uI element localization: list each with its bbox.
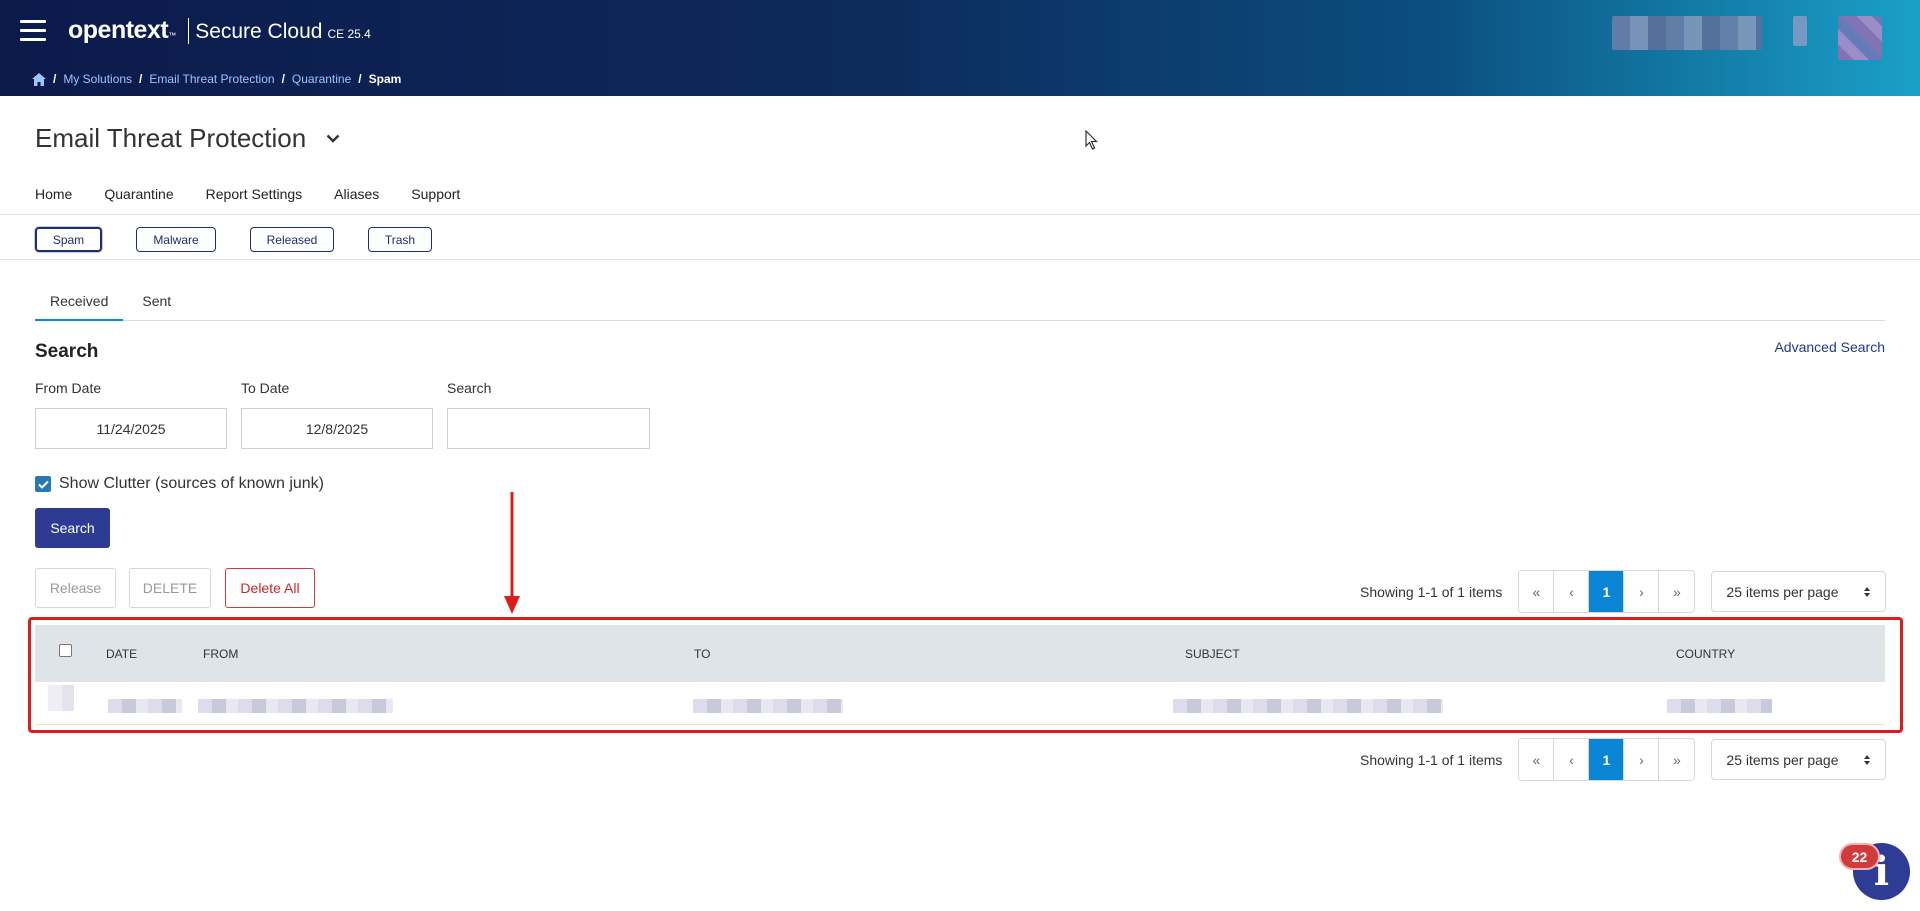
items-per-page-value: 25 items per page <box>1726 583 1839 600</box>
breadcrumb-current: Spam <box>368 72 402 86</box>
chip-malware[interactable]: Malware <box>136 227 216 252</box>
checkmark-icon <box>37 480 49 489</box>
last-page-icon[interactable]: » <box>1659 571 1695 612</box>
user-name-blurred[interactable] <box>1612 16 1762 50</box>
advanced-search-link[interactable]: Advanced Search <box>1774 339 1885 355</box>
next-page-icon[interactable]: › <box>1624 739 1660 780</box>
delete-all-button[interactable]: Delete All <box>225 568 315 608</box>
column-subject[interactable]: SUBJECT <box>1185 647 1240 661</box>
column-date[interactable]: DATE <box>106 647 137 661</box>
red-arrow-annotation <box>504 492 520 614</box>
to-date-input[interactable] <box>241 408 433 449</box>
next-page-icon[interactable]: › <box>1624 571 1660 612</box>
direction-tabs: Received Sent <box>35 293 1885 321</box>
pagination-info: Showing 1-1 of 1 items <box>1360 583 1503 600</box>
search-heading: Search <box>35 341 99 362</box>
breadcrumb-quarantine[interactable]: Quarantine <box>292 72 351 86</box>
main-nav: Home Quarantine Report Settings Aliases … <box>35 186 492 202</box>
nav-divider <box>0 214 1920 215</box>
chevron-down-icon[interactable] <box>322 128 344 150</box>
pagination-top: Showing 1-1 of 1 items « ‹ 1 › » 25 item… <box>1360 570 1887 613</box>
breadcrumb-email-threat-protection[interactable]: Email Threat Protection <box>149 72 274 86</box>
show-clutter-checkbox[interactable] <box>35 476 51 492</box>
sort-arrows-icon <box>1864 586 1871 597</box>
notification-badge[interactable]: 22 <box>1841 845 1878 868</box>
page-title: Email Threat Protection <box>35 123 344 154</box>
show-clutter-label: Show Clutter (sources of known junk) <box>59 475 324 492</box>
tab-received[interactable]: Received <box>35 293 124 321</box>
chips-divider <box>0 259 1920 260</box>
nav-home[interactable]: Home <box>35 186 72 202</box>
brand-logo: opentext <box>68 16 169 44</box>
first-page-icon[interactable]: « <box>1519 571 1555 612</box>
items-per-page-value-bottom: 25 items per page <box>1726 751 1839 768</box>
nav-report-settings[interactable]: Report Settings <box>206 186 303 202</box>
prev-page-icon[interactable]: ‹ <box>1554 739 1590 780</box>
last-page-icon[interactable]: » <box>1659 739 1695 780</box>
user-avatar[interactable] <box>1838 16 1882 60</box>
nav-support[interactable]: Support <box>411 186 460 202</box>
table-row[interactable] <box>35 682 1885 725</box>
top-bar: opentext ™ Secure Cloud CE 25.4 / My Sol… <box>0 0 1920 96</box>
hamburger-menu-icon[interactable] <box>20 20 46 42</box>
breadcrumb: / My Solutions / Email Threat Protection… <box>32 72 401 86</box>
row-checkbox-blurred[interactable] <box>48 685 74 711</box>
column-country[interactable]: COUNTRY <box>1676 647 1735 661</box>
nav-quarantine[interactable]: Quarantine <box>104 186 173 202</box>
first-page-icon[interactable]: « <box>1519 739 1555 780</box>
from-date-input[interactable] <box>35 408 227 449</box>
search-button[interactable]: Search <box>35 508 110 548</box>
breadcrumb-my-solutions[interactable]: My Solutions <box>63 72 132 86</box>
search-input[interactable] <box>447 408 650 449</box>
items-per-page-select[interactable]: 25 items per page <box>1711 571 1887 612</box>
items-per-page-select-bottom[interactable]: 25 items per page <box>1711 739 1887 780</box>
mouse-cursor-icon <box>1085 130 1098 150</box>
chip-spam[interactable]: Spam <box>35 227 102 252</box>
home-icon[interactable] <box>32 72 46 86</box>
delete-button[interactable]: DELETE <box>129 568 211 608</box>
column-to[interactable]: TO <box>694 647 710 661</box>
to-date-label: To Date <box>241 380 290 396</box>
row-date-blurred <box>108 699 182 713</box>
row-subject-blurred <box>1173 699 1443 713</box>
sort-arrows-icon <box>1864 754 1871 765</box>
chip-released[interactable]: Released <box>250 227 334 252</box>
brand[interactable]: opentext ™ Secure Cloud CE 25.4 <box>68 16 371 45</box>
pagination-controls: « ‹ 1 › » <box>1518 570 1696 613</box>
row-from-blurred <box>198 699 393 713</box>
search-label: Search <box>447 380 492 396</box>
page-number[interactable]: 1 <box>1589 571 1625 612</box>
chip-trash[interactable]: Trash <box>368 227 432 252</box>
product-version: CE 25.4 <box>327 27 371 41</box>
brand-trademark: ™ <box>168 31 177 40</box>
release-button[interactable]: Release <box>35 568 116 608</box>
quarantine-type-chips: Spam Malware Released Trash <box>35 227 466 252</box>
pagination-bottom: Showing 1-1 of 1 items « ‹ 1 › » 25 item… <box>1360 738 1887 781</box>
column-from[interactable]: FROM <box>203 647 238 661</box>
pagination-controls-bottom: « ‹ 1 › » <box>1518 738 1696 781</box>
row-to-blurred <box>693 699 843 713</box>
nav-aliases[interactable]: Aliases <box>334 186 379 202</box>
brand-divider <box>188 17 190 44</box>
tab-sent[interactable]: Sent <box>127 293 186 321</box>
row-country-blurred <box>1667 699 1772 713</box>
page-title-text: Email Threat Protection <box>35 123 307 153</box>
table-header: DATE FROM TO SUBJECT COUNTRY <box>35 625 1885 682</box>
select-all-checkbox[interactable] <box>59 644 72 657</box>
notification-icon[interactable] <box>1793 16 1807 46</box>
show-clutter-option: Show Clutter (sources of known junk) <box>35 475 324 493</box>
product-name: Secure Cloud <box>195 20 323 43</box>
from-date-label: From Date <box>35 380 102 396</box>
page-number[interactable]: 1 <box>1589 739 1625 780</box>
prev-page-icon[interactable]: ‹ <box>1554 571 1590 612</box>
pagination-info-bottom: Showing 1-1 of 1 items <box>1360 751 1503 768</box>
messages-table: DATE FROM TO SUBJECT COUNTRY <box>35 625 1885 725</box>
